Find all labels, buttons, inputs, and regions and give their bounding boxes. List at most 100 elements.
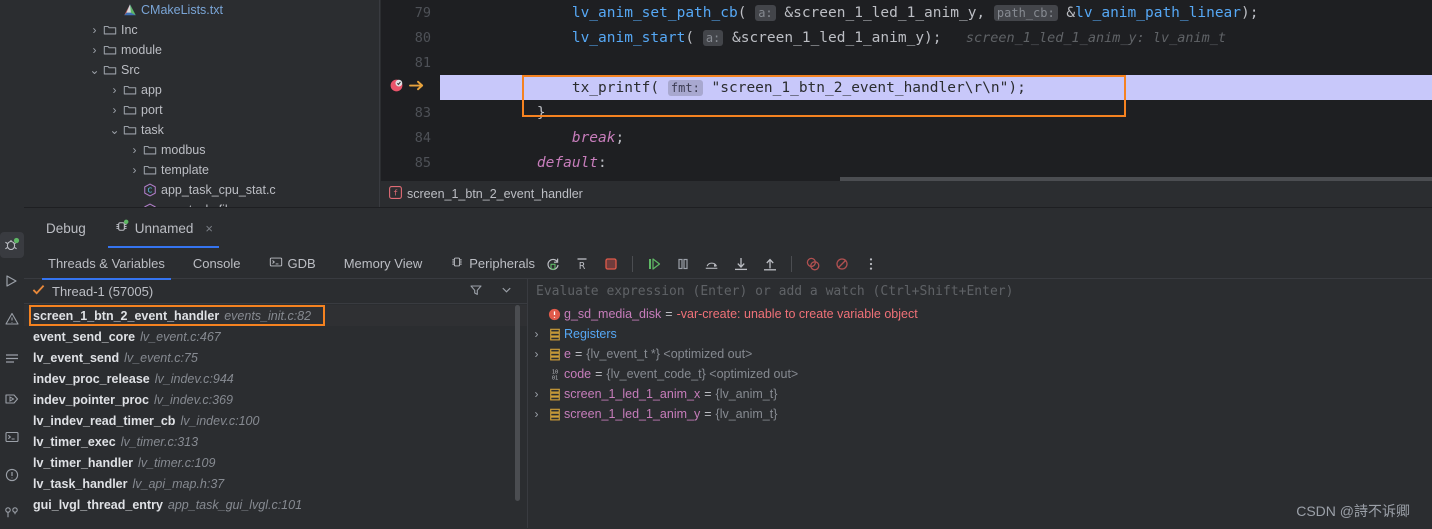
project-tree[interactable]: CMakeLists.txt › Inc › module ⌄ Src › app › port ⌄ t… (24, 0, 380, 208)
chevron-right-icon[interactable]: › (528, 327, 545, 341)
code-token: fmt: (667, 79, 703, 96)
tree-row[interactable]: › app (24, 80, 379, 100)
breakpoint-icon[interactable] (389, 78, 404, 97)
chevron-down-icon[interactable]: ⌄ (88, 63, 101, 77)
close-icon[interactable]: × (205, 221, 213, 236)
tree-row[interactable]: › module (24, 40, 379, 60)
check-icon (32, 283, 45, 299)
code-token: lv_anim_set_path_cb (571, 4, 738, 21)
stack-frame-row[interactable]: lv_timer_exec lv_timer.c:313 (24, 431, 527, 452)
stack-frame-row[interactable]: indev_proc_release lv_indev.c:944 (24, 368, 527, 389)
terminal-icon (269, 255, 283, 272)
primitive-icon: 10 01 (545, 368, 564, 380)
variables-list[interactable]: g_sd_media_disk = -var-create: unable to c… (528, 304, 1432, 424)
tree-row[interactable]: › Inc (24, 20, 379, 40)
chevron-right-icon[interactable]: › (528, 387, 545, 401)
stack-frame-row[interactable]: lv_event_send lv_event.c:75 (24, 347, 527, 368)
variable-row[interactable]: › Registers (528, 324, 1432, 344)
restart-button[interactable]: R (569, 251, 595, 277)
stack-frame-row[interactable]: lv_indev_read_timer_cb lv_indev.c:100 (24, 410, 527, 431)
code-line[interactable]: 85 default: (381, 150, 1432, 175)
todo-tool-window-icon[interactable] (0, 346, 24, 372)
chevron-right-icon[interactable]: › (88, 23, 101, 37)
code-text: } (502, 100, 546, 125)
call-stack-list[interactable]: screen_1_btn_2_event_handler events_init.… (24, 304, 527, 515)
notifications-tool-window-icon[interactable] (0, 462, 24, 488)
evaluate-expression-input[interactable]: Evaluate expression (Enter) or add a wat… (528, 279, 1432, 304)
tree-row-label: CMakeLists.txt (141, 3, 223, 17)
tree-row-label: port (141, 103, 163, 117)
chevron-right-icon[interactable]: › (88, 43, 101, 57)
stack-frame-row[interactable]: gui_lvgl_thread_entry app_task_gui_lvgl.c… (24, 494, 527, 515)
chevron-right-icon[interactable]: › (108, 83, 121, 97)
rerun-debug-button[interactable] (540, 251, 566, 277)
problems-tool-window-icon[interactable] (0, 306, 24, 332)
stack-frame-row[interactable]: screen_1_btn_2_event_handler events_init.… (24, 305, 527, 326)
variable-row[interactable]: › screen_1_led_1_anim_x = {lv_anim_t} (528, 384, 1432, 404)
view-tab-memory-view[interactable]: Memory View (330, 248, 437, 279)
code-token: ( (685, 29, 695, 46)
stack-frame-location: events_init.c:82 (224, 308, 312, 323)
variable-row[interactable]: › e = {lv_event_t *} <optimized out> (528, 344, 1432, 364)
chevron-right-icon[interactable]: › (108, 103, 121, 117)
thread-selector[interactable]: Thread-1 (57005) (24, 279, 527, 304)
chevron-right-icon[interactable]: › (528, 407, 545, 421)
step-out-button[interactable] (757, 251, 783, 277)
tree-row[interactable]: CMakeLists.txt (24, 0, 379, 20)
resume-program-button[interactable] (641, 251, 667, 277)
breadcrumb[interactable]: f screen_1_btn_2_event_handler (381, 181, 1432, 207)
chevron-down-icon[interactable] (500, 283, 513, 299)
view-tab-console[interactable]: Console (179, 248, 255, 279)
step-over-button[interactable] (699, 251, 725, 277)
services-tool-window-icon[interactable] (0, 386, 24, 412)
stack-frame-location: lv_indev.c:944 (154, 371, 234, 386)
stack-frame-row[interactable]: event_send_core lv_event.c:467 (24, 326, 527, 347)
view-tab-gdb[interactable]: GDB (255, 248, 330, 279)
tree-row[interactable]: › template (24, 160, 379, 180)
view-tab-peripherals[interactable]: Peripherals (436, 248, 549, 279)
tree-row[interactable]: ⌄ task (24, 120, 379, 140)
mute-breakpoints-button[interactable] (829, 251, 855, 277)
run-tool-window-icon[interactable] (0, 268, 24, 294)
tab-debug[interactable]: Debug (34, 208, 98, 248)
view-breakpoints-button[interactable] (800, 251, 826, 277)
code-line[interactable]: 80 lv_anim_start( a: &screen_1_led_1_ani… (381, 25, 1432, 50)
chevron-right-icon[interactable]: › (128, 163, 141, 177)
pause-program-button[interactable] (670, 251, 696, 277)
variable-value: -var-create: unable to create variable o… (676, 307, 918, 321)
variable-row[interactable]: 10 01 code = {lv_event_code_t} <optimized ou… (528, 364, 1432, 384)
debug-tool-window-icon[interactable] (0, 232, 24, 258)
filter-icon[interactable] (469, 283, 483, 300)
tree-row[interactable]: › port (24, 100, 379, 120)
chevron-right-icon[interactable]: › (128, 143, 141, 157)
svg-text:f: f (393, 188, 398, 197)
debug-split: Thread-1 (57005) screen_1_btn_2_event_ha… (24, 279, 1432, 528)
step-into-button[interactable] (728, 251, 754, 277)
chevron-right-icon[interactable]: › (528, 347, 545, 361)
code-line[interactable]: 81 (381, 50, 1432, 75)
code-line[interactable]: tx_printf( fmt: "screen_1_btn_2_event_ha… (381, 75, 1432, 100)
view-tab-threads-variables[interactable]: Threads & Variables (34, 248, 179, 280)
code-line[interactable]: 79 lv_anim_set_path_cb( a: &screen_1_led… (381, 0, 1432, 25)
tree-row[interactable]: ⌄ Src (24, 60, 379, 80)
frames-scrollbar[interactable] (515, 305, 520, 501)
stack-frame-row[interactable]: indev_pointer_proc lv_indev.c:369 (24, 389, 527, 410)
code-editor[interactable]: 79 lv_anim_set_path_cb( a: &screen_1_led… (381, 0, 1432, 181)
stack-frame-row[interactable]: lv_timer_handler lv_timer.c:109 (24, 452, 527, 473)
variable-row[interactable]: g_sd_media_disk = -var-create: unable to c… (528, 304, 1432, 324)
git-tool-window-icon[interactable] (0, 500, 24, 526)
tab-unnamed[interactable]: Unnamed × (102, 208, 225, 248)
breakpoint-gutter[interactable] (381, 75, 440, 100)
error-icon (545, 308, 564, 321)
code-line[interactable]: 83 } (381, 100, 1432, 125)
variable-row[interactable]: › screen_1_led_1_anim_y = {lv_anim_t} (528, 404, 1432, 424)
code-line[interactable]: 84 break; (381, 125, 1432, 150)
chevron-down-icon[interactable]: ⌄ (108, 123, 121, 137)
stack-frame-row[interactable]: lv_task_handler lv_api_map.h:37 (24, 473, 527, 494)
more-options-button[interactable] (858, 251, 884, 277)
view-tab-label: Peripherals (469, 255, 535, 271)
terminal-tool-window-icon[interactable] (0, 424, 24, 450)
tree-row[interactable]: › modbus (24, 140, 379, 160)
tree-row[interactable]: Capp_task_cpu_stat.c (24, 180, 379, 200)
stop-button[interactable] (598, 251, 624, 277)
